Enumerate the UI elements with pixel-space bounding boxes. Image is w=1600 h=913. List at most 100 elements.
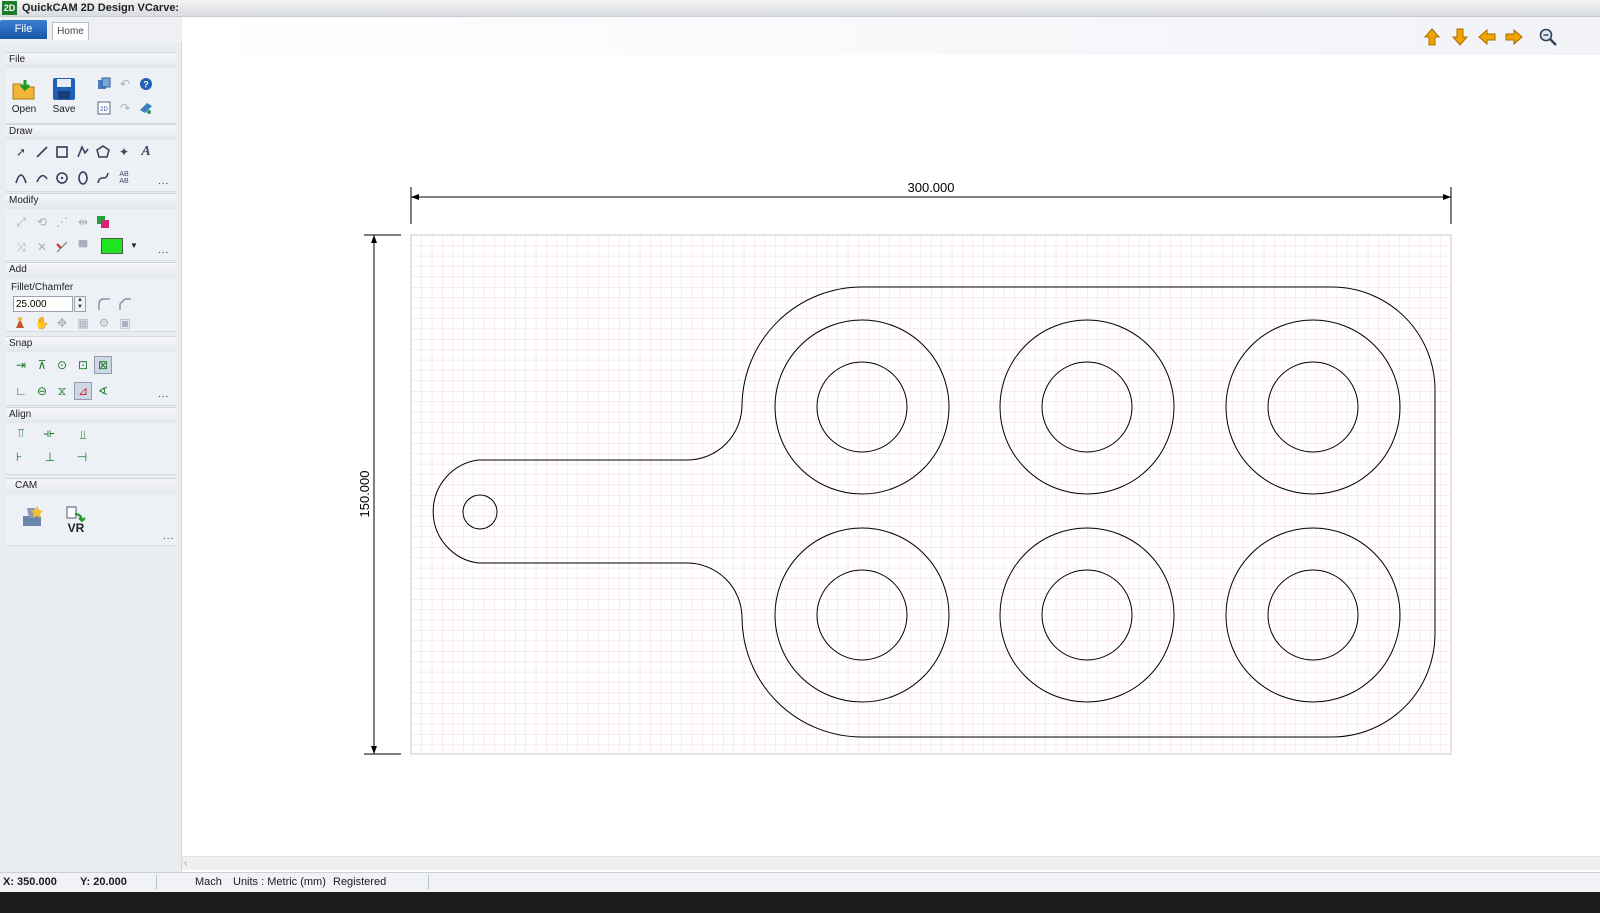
fillet-icon[interactable] [95,295,113,313]
stepper-down-icon[interactable]: ▼ [75,304,85,311]
snap-endpoint-icon[interactable]: ⇥ [12,356,30,374]
arrow-up-icon[interactable] [1422,27,1442,47]
align-group-header [6,407,176,423]
hand-icon[interactable]: ✋ [33,314,51,332]
undo-icon[interactable]: ↶ [116,75,134,93]
redo-icon[interactable]: ↷ [116,99,134,117]
array-grid-icon[interactable]: ▦ [74,314,92,332]
material-sheet[interactable] [410,234,1452,755]
import-2d-icon[interactable]: 2D [95,99,113,117]
arrow-left-icon[interactable] [1477,27,1497,47]
curve-icon[interactable] [94,169,112,187]
add-group-header [6,262,176,278]
tab-file[interactable]: File [0,20,47,39]
horizontal-scrollbar[interactable]: ‹ [182,856,1600,870]
draw-more-button[interactable]: ... [158,176,169,187]
fill-color-icon[interactable] [94,213,112,231]
stepper-up-icon[interactable]: ▲ [75,297,85,304]
open-button[interactable]: Open [6,76,42,120]
x-coordinate: X: 350.000 [3,876,57,888]
status-divider [428,875,429,890]
polyline-icon[interactable] [74,143,92,161]
snap-tangent-icon[interactable]: ⊖ [33,382,51,400]
window-title: QuickCAM 2D Design VCarve: [22,2,180,14]
open-label: Open [11,104,37,115]
modify-more-button[interactable]: ... [158,245,169,256]
cam-more-button[interactable]: ... [163,531,174,542]
arrow-down-icon[interactable] [1450,27,1470,47]
center-icon[interactable]: ✥ [53,314,71,332]
join-icon[interactable]: ⤨ [12,238,30,256]
status-bar: X: 350.000 Y: 20.000 Mach Units : Metric… [0,872,1600,892]
draw-group-label: Draw [9,126,33,137]
fillet-radius-input[interactable] [13,296,73,312]
skew-icon[interactable]: ⋰ [53,213,71,231]
polygon-icon[interactable] [94,143,112,161]
snap-angle-icon[interactable]: ∢ [94,382,112,400]
open-folder-icon [12,80,35,100]
units-indicator: Units : Metric (mm) [233,876,326,888]
export-arrow-icon [66,506,86,522]
save-button[interactable]: Save [46,76,82,120]
snap-perpendicular-icon[interactable]: ∟ [12,382,30,400]
align-right-icon[interactable]: ⊣ [73,448,91,466]
status-divider [156,875,157,890]
gear-icon[interactable]: ⚙ [95,314,113,332]
snap-more-button[interactable]: ... [158,389,169,400]
offset-icon[interactable]: ▀ [74,238,92,256]
tab-home[interactable]: Home [52,22,89,40]
arrow-right-icon[interactable] [1504,27,1524,47]
mirror-icon[interactable]: ⇹ [74,213,92,231]
trim-icon[interactable] [53,238,71,256]
vr-export-button[interactable]: VR [60,504,92,536]
circle-icon[interactable] [53,169,71,187]
zoom-icon[interactable] [1538,27,1558,47]
snap-object-icon[interactable]: ⊠ [94,356,112,374]
ribbon-panel: File Open Save ↶ ? 2D ↷ Draw ➚ ✦ A AB AB… [0,42,182,872]
chevron-down-icon[interactable]: ▼ [128,239,140,253]
y-coordinate: Y: 20.000 [80,876,127,888]
snap-grid-icon[interactable]: ⊿ [74,382,92,400]
ellipse-icon[interactable] [74,169,92,187]
break-icon[interactable]: ✕ [33,238,51,256]
arc-3point-icon[interactable] [33,169,51,187]
fillet-radius-stepper[interactable]: ▲ ▼ [74,296,86,312]
align-bottom-icon[interactable]: ⫫ [74,426,92,444]
align-middle-icon[interactable]: ⟛ [40,424,58,442]
snap-midpoint-icon[interactable]: ⊼ [33,356,51,374]
modify-group-label: Modify [9,195,39,206]
copy-icon[interactable] [95,75,113,93]
align-top-icon[interactable]: ⫪ [12,424,30,442]
arc-icon[interactable] [12,169,30,187]
snap-center-icon[interactable]: ⊙ [53,356,71,374]
snap-intersection-icon[interactable]: ⊡ [74,356,92,374]
settings-tool-icon[interactable] [137,99,155,117]
scale-icon[interactable]: ⤢ [12,213,30,231]
bounding-box-icon[interactable]: ▣ [116,314,134,332]
line-icon[interactable] [33,143,51,161]
align-center-icon[interactable]: ⊥ [41,448,59,466]
toolpath-icon[interactable] [18,503,48,533]
help-icon[interactable]: ? [137,75,155,93]
svg-text:?: ? [143,80,149,90]
machine-mode: Mach [195,876,222,888]
rotate-icon[interactable]: ⟲ [33,213,51,231]
scroll-left-icon[interactable]: ‹ [184,857,196,871]
cam-group-label: CAM [15,480,38,491]
drawing-svg[interactable]: 300.000 150.000 [182,17,1600,856]
rectangle-icon[interactable] [53,143,71,161]
height-dimension-label: 150.000 [357,471,372,518]
view-navigation-bar [182,17,1600,55]
star-icon[interactable]: ✦ [115,143,133,161]
text-on-curve-icon[interactable]: AB AB [115,169,133,187]
color-swatch[interactable] [101,238,123,254]
select-pointer-icon[interactable]: ➚ [12,143,30,161]
add-node-icon[interactable] [12,314,30,332]
taskbar-strip [0,892,1600,913]
chamfer-icon[interactable] [116,295,134,313]
text-icon[interactable]: A [137,143,155,161]
align-left-icon[interactable]: ⊦ [10,448,28,466]
snap-nearest-icon[interactable]: ⧖ [53,382,71,400]
align-group-label: Align [9,409,32,420]
drawing-canvas[interactable]: 300.000 150.000 ‹ [182,17,1600,872]
